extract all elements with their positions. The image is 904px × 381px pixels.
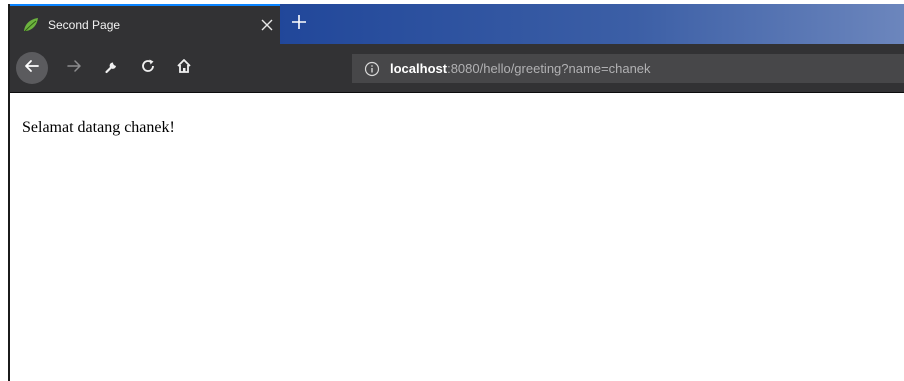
url-text[interactable]: localhost:8080/hello/greeting?name=chane… xyxy=(390,61,651,76)
arrow-left-icon xyxy=(24,58,40,79)
info-icon[interactable] xyxy=(364,61,380,77)
back-button[interactable] xyxy=(16,52,48,84)
home-icon xyxy=(176,58,192,79)
home-button[interactable] xyxy=(168,52,200,84)
tools-button[interactable] xyxy=(96,52,128,84)
new-tab-button[interactable] xyxy=(288,13,310,35)
arrow-right-icon xyxy=(66,58,82,79)
url-path: :8080/hello/greeting?name=chanek xyxy=(447,61,651,76)
greeting-text: Selamat datang chanek! xyxy=(22,119,175,136)
url-host: localhost xyxy=(390,61,448,76)
page-content: Selamat datang chanek! xyxy=(10,93,904,381)
plus-icon xyxy=(291,14,307,35)
tab-title: Second Page xyxy=(48,18,121,32)
url-bar[interactable]: localhost:8080/hello/greeting?name=chane… xyxy=(352,54,904,83)
tab-second-page[interactable]: Second Page xyxy=(10,4,280,44)
tab-strip: Second Page xyxy=(10,4,904,44)
forward-button[interactable] xyxy=(58,52,90,84)
reload-button[interactable] xyxy=(132,52,164,84)
wrench-icon xyxy=(104,58,120,79)
close-icon[interactable] xyxy=(258,16,276,34)
navigation-toolbar: localhost:8080/hello/greeting?name=chane… xyxy=(10,44,904,93)
spring-leaf-icon xyxy=(22,16,40,34)
reload-icon xyxy=(140,58,156,79)
browser-window: Second Page localhost:8080/hello/greetin… xyxy=(8,4,904,381)
